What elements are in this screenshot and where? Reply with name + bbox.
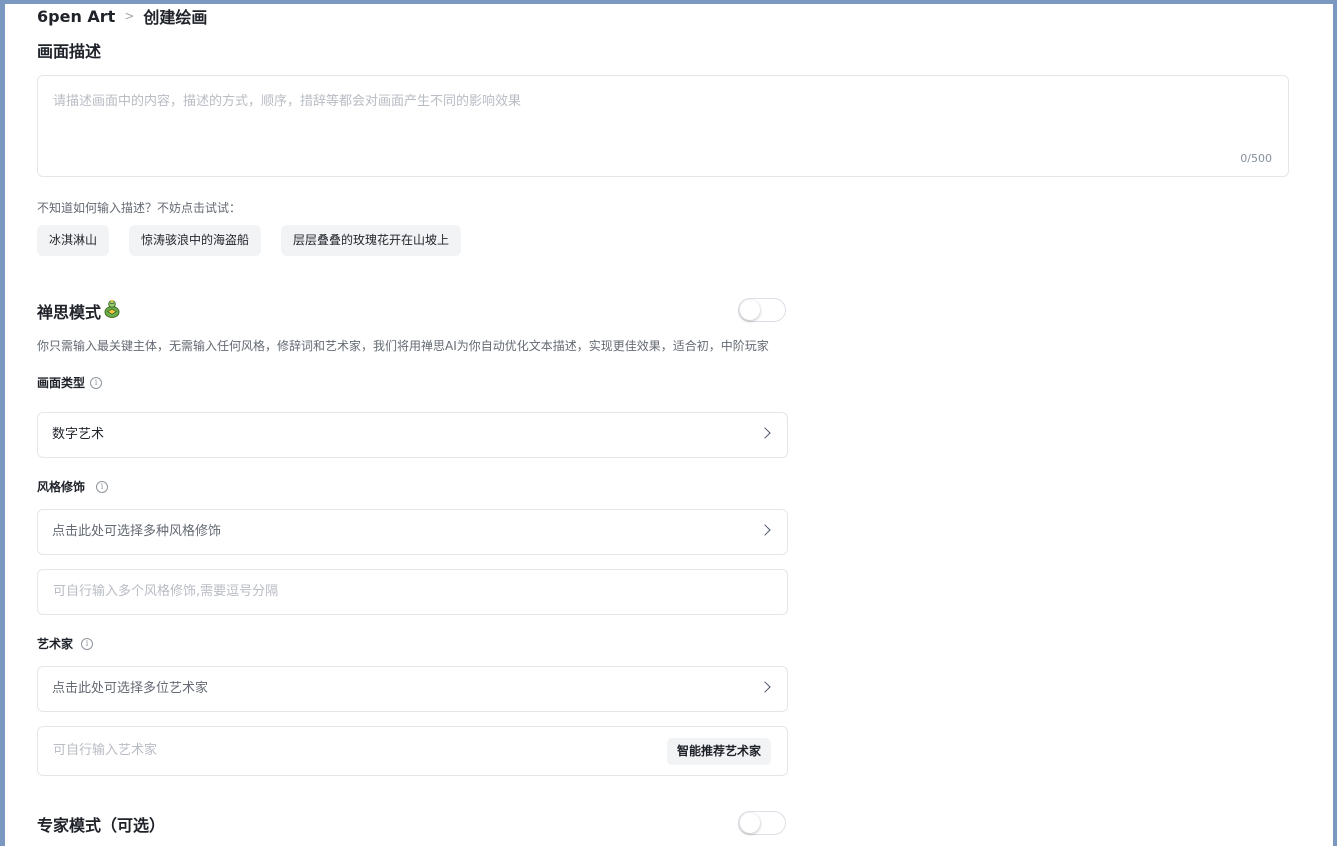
info-icon[interactable]: i (81, 637, 94, 650)
artist-label: 艺术家 (37, 637, 74, 651)
description-box: 0/500 (37, 75, 1289, 177)
breadcrumb-current: 创建绘画 (143, 8, 208, 27)
suggestion-chips: 冰淇淋山 惊涛骇浪中的海盗船 层层叠叠的玫瑰花开在山坡上 (37, 225, 462, 256)
info-icon[interactable]: i (90, 376, 103, 389)
picture-type-value: 数字艺术 (52, 427, 105, 442)
chevron-right-icon (759, 524, 771, 536)
breadcrumb: 6pen Art > 创建绘画 (37, 4, 207, 28)
zen-mode-toggle[interactable] (738, 298, 786, 322)
zen-mode-title-row: 禅思模式 (37, 299, 121, 323)
zen-mode-description: 你只需输入最关键主体，无需输入任何风格，修辞词和艺术家，我们将用禅思AI为你自动… (37, 339, 769, 353)
artist-select-placeholder: 点击此处可选择多位艺术家 (52, 681, 209, 696)
description-input[interactable] (53, 90, 1263, 140)
style-custom-input[interactable] (53, 570, 653, 612)
expert-mode-title: 专家模式（可选） (37, 816, 166, 835)
info-icon[interactable]: i (96, 480, 109, 493)
style-custom-input-box (37, 569, 788, 615)
description-title: 画面描述 (37, 42, 102, 61)
recommend-artist-button[interactable]: 智能推荐艺术家 (666, 738, 771, 765)
zen-mode-toggle-knob (740, 300, 760, 320)
artist-custom-input[interactable] (53, 727, 653, 773)
window-frame-left (0, 0, 5, 846)
artist-custom-input-box: 智能推荐艺术家 (37, 726, 788, 776)
picture-type-label-row: 画面类型 i (37, 374, 103, 391)
artist-label-row: 艺术家 i (37, 635, 94, 652)
chevron-right-icon (759, 427, 771, 439)
suggestion-chip[interactable]: 惊涛骇浪中的海盗船 (129, 225, 262, 256)
style-select-placeholder: 点击此处可选择多种风格修饰 (52, 524, 222, 539)
suggestion-hint: 不知道如何输入描述？不妨点击试试： (37, 201, 242, 215)
picture-type-select[interactable]: 数字艺术 (37, 412, 788, 458)
suggestion-chip[interactable]: 冰淇淋山 (37, 225, 110, 256)
style-label: 风格修饰 (37, 480, 86, 494)
expert-mode-toggle-knob (740, 813, 760, 833)
tortoise-emoji-icon (103, 299, 121, 323)
breadcrumb-separator-icon: > (124, 9, 135, 23)
picture-type-label: 画面类型 (37, 376, 86, 390)
style-label-row: 风格修饰 i (37, 478, 109, 495)
description-char-counter: 0/500 (1240, 152, 1272, 165)
window-frame-right (1333, 0, 1337, 846)
artist-select[interactable]: 点击此处可选择多位艺术家 (37, 666, 788, 712)
breadcrumb-root-link[interactable]: 6pen Art (37, 7, 115, 26)
suggestion-chip[interactable]: 层层叠叠的玫瑰花开在山坡上 (281, 225, 462, 256)
chevron-right-icon (759, 681, 771, 693)
expert-mode-toggle[interactable] (738, 811, 786, 835)
style-select[interactable]: 点击此处可选择多种风格修饰 (37, 509, 788, 555)
zen-mode-title: 禅思模式 (37, 303, 102, 322)
